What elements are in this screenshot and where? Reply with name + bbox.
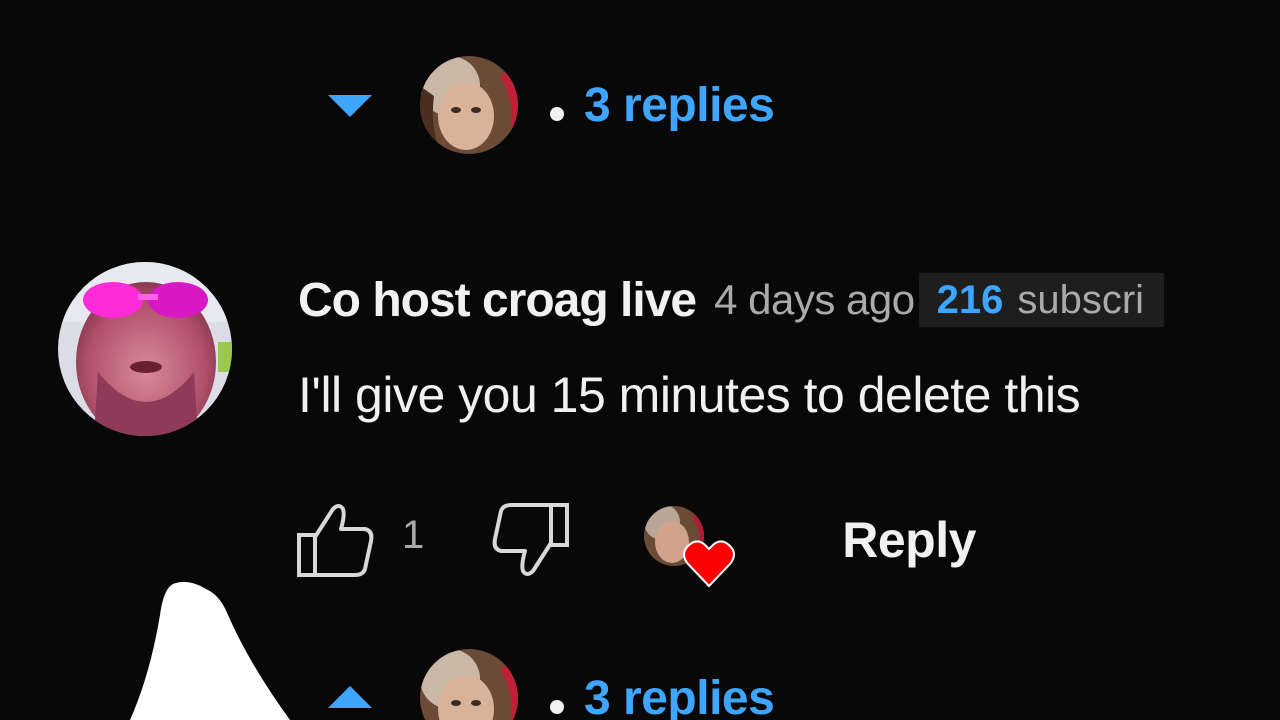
subscriber-badge: 216 subscri (918, 273, 1165, 327)
comment-header: Co host croag live 4 days ago 216 subscr… (298, 268, 1165, 332)
caret-down-icon[interactable] (320, 85, 380, 125)
thumbs-down-icon (492, 503, 570, 576)
comment-text: I'll give you 15 minutes to delete this (298, 367, 1081, 423)
comment-author[interactable]: Co host croag live (298, 273, 697, 328)
like-count: 1 (402, 512, 425, 557)
white-overlay-shape (130, 581, 290, 720)
heart-icon (683, 540, 736, 588)
hide-replies-toggle[interactable]: 3 replies (320, 648, 775, 720)
reply-button[interactable]: Reply (842, 511, 976, 569)
comment-actions: 1 Reply (292, 498, 976, 588)
caret-up-icon[interactable] (320, 678, 380, 718)
commenter-avatar[interactable] (58, 262, 232, 436)
separator-dot (550, 107, 564, 121)
creator-heart (644, 498, 740, 588)
comment-timestamp[interactable]: 4 days ago (714, 276, 915, 324)
replies-count-label[interactable]: 3 replies (584, 671, 775, 720)
separator-dot (550, 700, 564, 714)
thumbs-up-icon (297, 504, 374, 577)
subscriber-label: subscri (1017, 277, 1145, 322)
dislike-button[interactable] (490, 498, 574, 582)
subscriber-count: 216 (936, 277, 1004, 322)
creator-avatar (420, 649, 518, 720)
replies-count-label[interactable]: 3 replies (584, 78, 775, 133)
like-button[interactable] (292, 498, 376, 582)
view-replies-toggle[interactable]: 3 replies (320, 55, 775, 155)
creator-avatar (420, 56, 518, 154)
